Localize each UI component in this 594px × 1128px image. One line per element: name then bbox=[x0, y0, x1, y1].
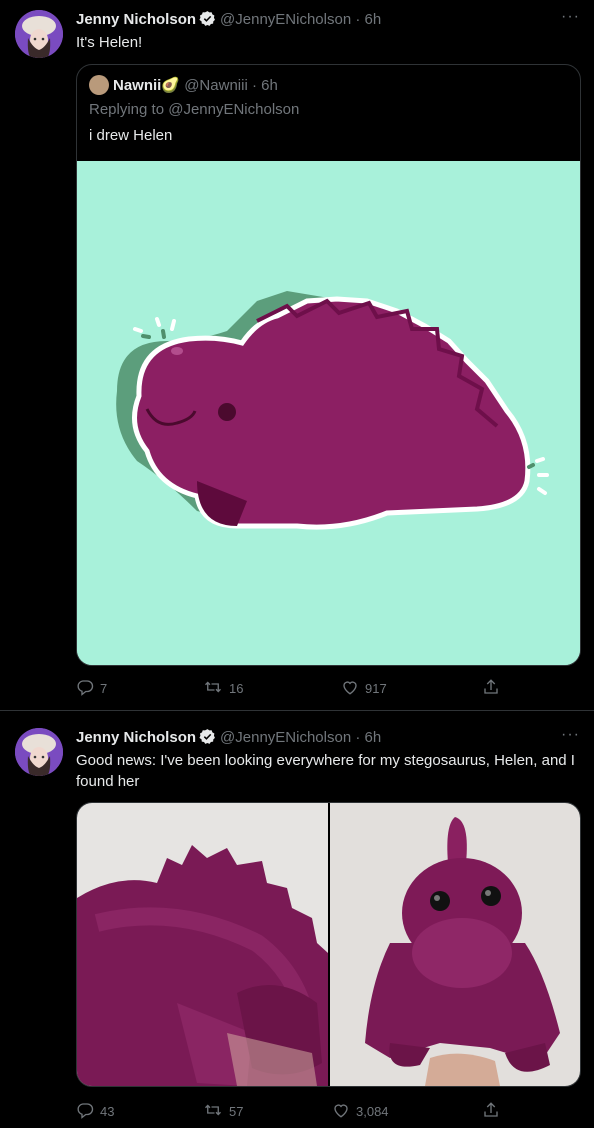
tweet-1[interactable]: Jenny Nicholson @JennyENicholson · 6h ···… bbox=[0, 0, 594, 710]
share-button[interactable] bbox=[482, 678, 500, 699]
quote-header: Nawnii🥑 @Nawniii · 6h bbox=[89, 75, 278, 96]
quote-author-name[interactable]: Nawnii🥑 bbox=[113, 77, 180, 94]
verified-badge-icon bbox=[199, 10, 216, 33]
replying-to: Replying to @JennyENicholson bbox=[89, 101, 299, 118]
more-icon[interactable]: ··· bbox=[561, 8, 580, 26]
retweet-icon bbox=[203, 678, 223, 699]
reply-button[interactable]: 7 bbox=[76, 678, 107, 699]
verified-badge-icon bbox=[199, 728, 216, 751]
helen-plush-photo-side[interactable] bbox=[77, 803, 328, 1086]
retweet-button[interactable]: 57 bbox=[203, 1101, 243, 1122]
retweet-count: 16 bbox=[229, 681, 244, 696]
helen-drawing-image[interactable] bbox=[77, 161, 580, 665]
tweet-header: Jenny Nicholson @JennyENicholson · 6h bbox=[76, 728, 381, 751]
share-icon bbox=[482, 678, 500, 699]
quote-avatar bbox=[89, 75, 109, 95]
author-name[interactable]: Jenny Nicholson bbox=[76, 11, 196, 28]
handle-time[interactable]: @JennyENicholson · 6h bbox=[220, 11, 381, 28]
more-icon[interactable]: ··· bbox=[561, 726, 580, 744]
like-button[interactable]: 917 bbox=[341, 678, 387, 699]
retweet-button[interactable]: 16 bbox=[203, 678, 243, 699]
tweet-actions: 43 57 3,084 bbox=[76, 1101, 506, 1121]
share-button[interactable] bbox=[482, 1101, 500, 1122]
like-button[interactable]: 3,084 bbox=[332, 1101, 389, 1122]
like-count: 917 bbox=[365, 681, 387, 696]
tweet-actions: 7 16 917 bbox=[76, 678, 506, 698]
media-grid bbox=[76, 802, 581, 1087]
share-icon bbox=[482, 1101, 500, 1122]
like-icon bbox=[332, 1101, 350, 1122]
like-count: 3,084 bbox=[356, 1104, 389, 1119]
reply-button[interactable]: 43 bbox=[76, 1101, 114, 1122]
retweet-icon bbox=[203, 1101, 223, 1122]
retweet-count: 57 bbox=[229, 1104, 244, 1119]
helen-plush-photo-front[interactable] bbox=[330, 803, 580, 1086]
avatar[interactable] bbox=[15, 10, 63, 58]
author-name[interactable]: Jenny Nicholson bbox=[76, 729, 196, 746]
tweet-text: Good news: I've been looking everywhere … bbox=[76, 752, 575, 790]
tweet-header: Jenny Nicholson @JennyENicholson · 6h bbox=[76, 10, 381, 33]
like-icon bbox=[341, 678, 359, 699]
reply-count: 7 bbox=[100, 681, 108, 696]
quote-text: i drew Helen bbox=[89, 127, 173, 144]
quoted-tweet[interactable]: Nawnii🥑 @Nawniii · 6h Replying to @Jenny… bbox=[76, 64, 581, 666]
quote-handle-time[interactable]: @Nawniii · 6h bbox=[184, 77, 278, 94]
reply-icon bbox=[76, 1101, 94, 1122]
replying-handle[interactable]: @JennyENicholson bbox=[168, 101, 299, 118]
tweet-text: It's Helen! bbox=[76, 34, 143, 51]
reply-icon bbox=[76, 678, 94, 699]
reply-count: 43 bbox=[100, 1104, 115, 1119]
replying-prefix: Replying to bbox=[89, 101, 169, 118]
handle-time[interactable]: @JennyENicholson · 6h bbox=[220, 729, 381, 746]
avatar[interactable] bbox=[15, 728, 63, 776]
